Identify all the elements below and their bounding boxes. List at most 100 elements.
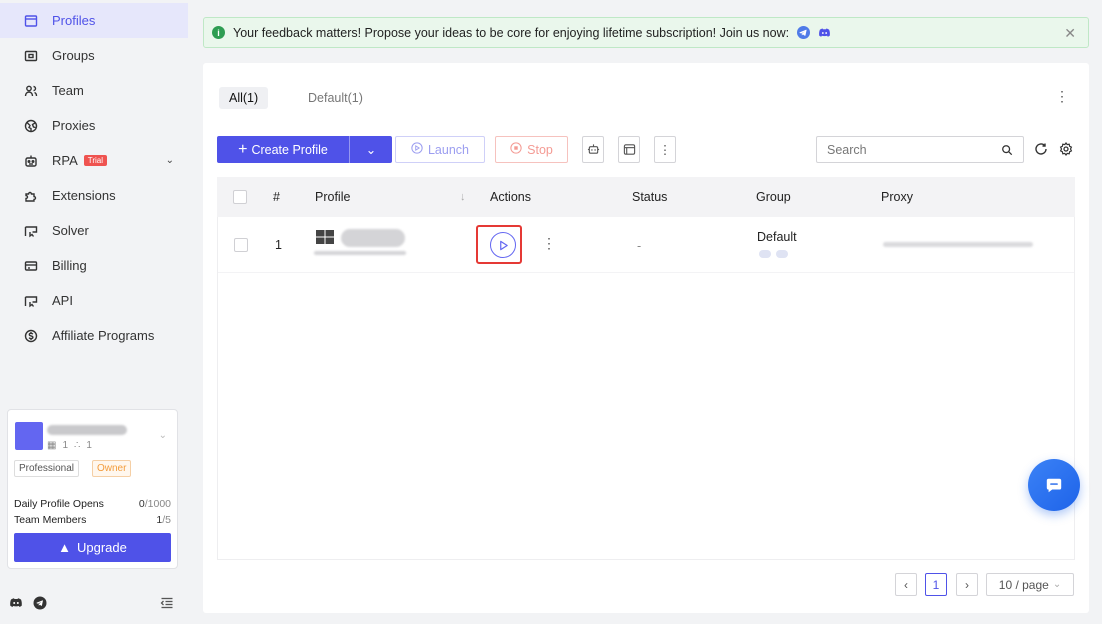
account-stats: ▦ 1 ∴ 1 — [47, 440, 92, 451]
sidebar-item-label: Proxies — [52, 118, 96, 133]
column-header-actions: Actions — [490, 190, 531, 204]
profiles-icon — [24, 14, 38, 28]
search-placeholder: Search — [827, 142, 867, 157]
sort-down-icon[interactable]: ↓ — [460, 191, 466, 203]
chevron-down-icon[interactable]: ⌄ — [159, 430, 167, 441]
toolbar-more-button[interactable]: ⋮ — [654, 136, 676, 163]
members-icon: ∴ — [74, 440, 81, 451]
team-members-row: Team Members 1/5 — [14, 514, 171, 526]
more-options-icon: ⋮ — [658, 143, 672, 157]
rocket-icon: ▲ — [58, 540, 71, 555]
close-icon[interactable]: ✕ — [1064, 25, 1076, 42]
column-header-profile: Profile — [315, 190, 351, 204]
member-count: 1 — [86, 440, 92, 451]
sidebar-item-billing[interactable]: Billing — [0, 248, 188, 283]
play-circle-icon — [411, 142, 423, 157]
select-all-checkbox[interactable] — [233, 190, 247, 204]
column-header-status: Status — [632, 190, 668, 204]
page-size-value: 10 / page — [998, 577, 1049, 592]
table-row[interactable]: 1 ⋮ - Default — [218, 217, 1074, 273]
team-icon — [24, 84, 38, 98]
prev-page-button[interactable]: ‹ — [895, 573, 917, 596]
stop-button[interactable]: Stop — [495, 136, 568, 163]
daily-opens-row: Daily Profile Opens 0/1000 — [14, 498, 171, 510]
sidebar-item-rpa[interactable]: RPA Trial ⌄ — [0, 143, 188, 178]
stop-circle-icon — [510, 142, 522, 157]
chat-icon — [1046, 478, 1062, 493]
sidebar-item-label: Groups — [52, 48, 95, 63]
sidebar-item-affiliate-programs[interactable]: Affiliate Programs — [0, 318, 188, 353]
sidebar-item-label: Affiliate Programs — [52, 328, 155, 343]
tab-all[interactable]: All(1) — [219, 87, 269, 109]
gear-icon[interactable] — [1059, 142, 1073, 156]
profile-meta-redacted — [314, 251, 406, 255]
extensions-icon — [24, 189, 38, 203]
avatar — [15, 422, 43, 450]
create-profile-main[interactable]: + Create Profile — [217, 136, 350, 163]
sidebar: Profiles Groups Team Proxies RPA Trial ⌄… — [0, 0, 188, 624]
column-header-group: Group — [756, 190, 791, 204]
chat-support-button[interactable] — [1028, 459, 1080, 511]
telegram-icon[interactable] — [33, 596, 47, 610]
launch-label: Launch — [427, 142, 469, 157]
plan-tag: Professional — [14, 460, 80, 477]
more-options-icon[interactable]: ⋮ — [542, 235, 556, 252]
window-icon — [623, 144, 635, 155]
robot-icon — [587, 144, 599, 154]
window-button[interactable] — [618, 136, 640, 163]
sidebar-item-label: Billing — [52, 258, 87, 273]
refresh-icon[interactable] — [1034, 142, 1048, 156]
profile-name-redacted[interactable] — [341, 229, 405, 247]
play-icon — [499, 240, 508, 250]
robot-button[interactable] — [582, 136, 604, 163]
chevron-down-icon[interactable]: ⌄ — [166, 155, 174, 166]
upgrade-button[interactable]: ▲ Upgrade — [14, 533, 171, 562]
profile-count: 1 — [62, 440, 69, 451]
account-name-redacted — [47, 425, 127, 435]
sidebar-item-solver[interactable]: Solver — [0, 213, 188, 248]
stop-label: Stop — [527, 142, 553, 157]
column-header-proxy: Proxy — [881, 190, 913, 204]
team-members-label: Team Members — [14, 514, 87, 526]
profiles-panel: All(1) Default(1) ⋮ + Create Profile ⌄ L… — [203, 63, 1089, 613]
affiliate-icon — [24, 329, 38, 343]
sidebar-item-label: Extensions — [52, 188, 116, 203]
telegram-icon[interactable] — [797, 26, 811, 39]
page-number-button[interactable]: 1 — [925, 573, 947, 596]
upgrade-label: Upgrade — [77, 540, 127, 555]
chevron-down-icon: ⌄ — [1052, 579, 1062, 590]
search-input[interactable]: Search — [816, 136, 1024, 163]
sidebar-item-proxies[interactable]: Proxies — [0, 108, 188, 143]
discord-icon[interactable] — [818, 26, 831, 39]
feedback-banner: i Your feedback matters! Propose your id… — [203, 17, 1089, 48]
play-button[interactable] — [490, 232, 516, 258]
banner-text: Your feedback matters! Propose your idea… — [233, 25, 790, 40]
page-size-select[interactable]: 10 / page ⌄ — [986, 573, 1074, 596]
more-options-icon[interactable]: ⋮ — [1055, 88, 1069, 105]
chevron-down-icon[interactable]: ⌄ — [350, 136, 392, 163]
sidebar-item-profiles[interactable]: Profiles — [0, 3, 188, 38]
info-icon: i — [212, 26, 225, 39]
row-checkbox[interactable] — [234, 238, 248, 252]
sidebar-item-api[interactable]: API — [0, 283, 188, 318]
tab-default[interactable]: Default(1) — [298, 87, 373, 109]
launch-button[interactable]: Launch — [395, 136, 485, 163]
sidebar-item-label: RPA — [52, 153, 78, 168]
sidebar-item-extensions[interactable]: Extensions — [0, 178, 188, 213]
api-icon — [24, 294, 38, 308]
sidebar-item-groups[interactable]: Groups — [0, 38, 188, 73]
sidebar-item-team[interactable]: Team — [0, 73, 188, 108]
trial-badge: Trial — [83, 155, 108, 166]
row-group: Default — [757, 230, 797, 244]
row-status: - — [637, 239, 642, 253]
search-icon[interactable] — [1001, 144, 1013, 156]
table-header: # Profile ↓ Actions Status Group Proxy — [217, 177, 1075, 217]
discord-icon[interactable] — [9, 596, 23, 610]
sidebar-item-label: Profiles — [52, 13, 96, 28]
create-profile-button[interactable]: + Create Profile ⌄ — [217, 136, 392, 163]
next-page-button[interactable]: › — [956, 573, 978, 596]
collapse-sidebar-icon[interactable] — [160, 596, 174, 610]
role-tag: Owner — [92, 460, 132, 477]
proxies-icon — [24, 119, 38, 133]
daily-opens-label: Daily Profile Opens — [14, 498, 104, 510]
